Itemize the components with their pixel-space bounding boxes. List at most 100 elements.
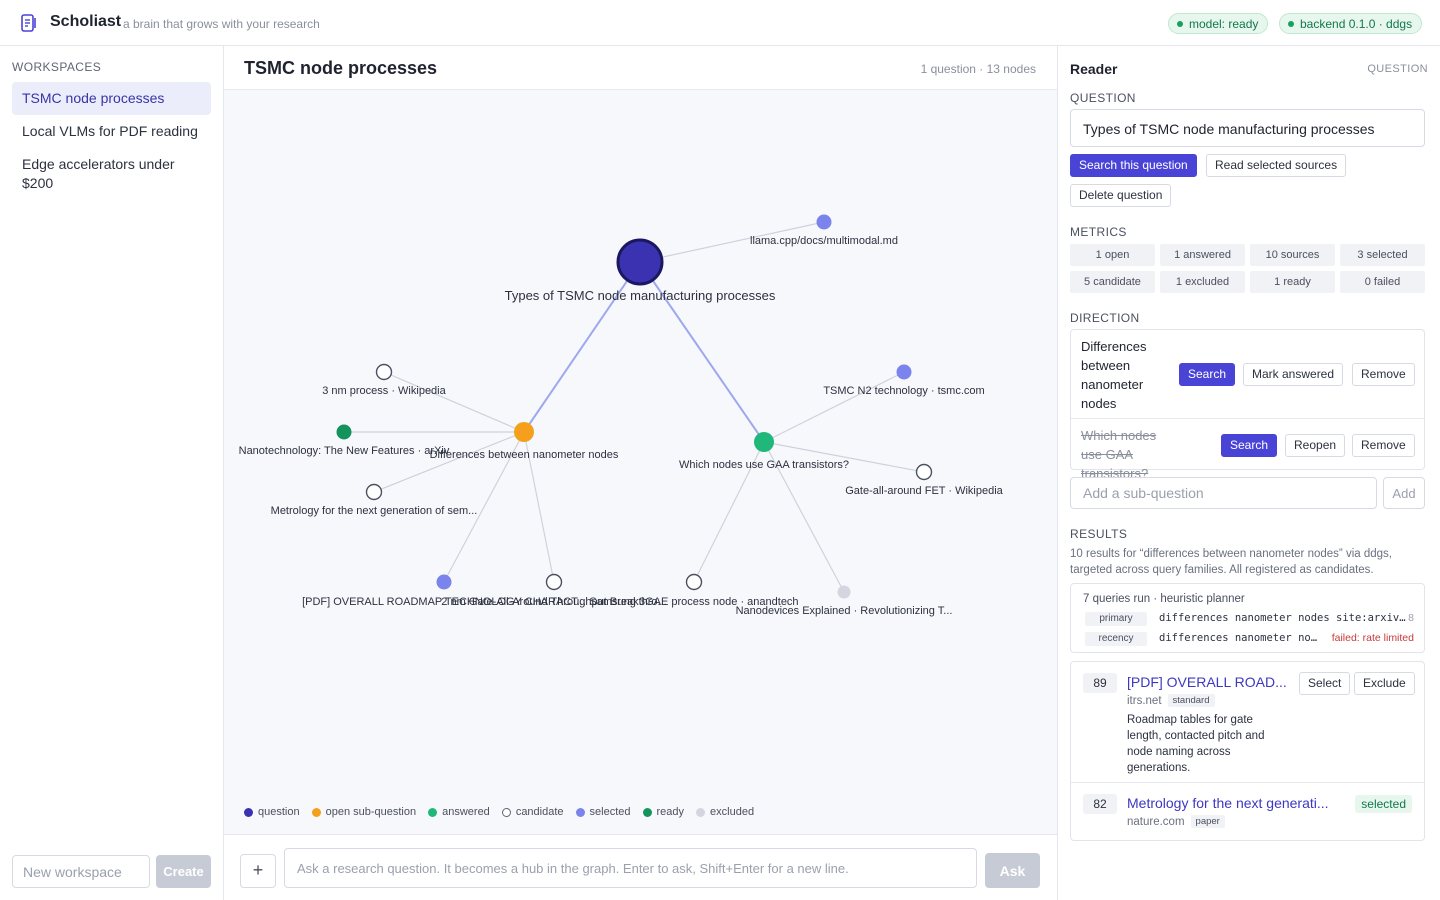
graph-node-c8[interactable] [915, 463, 933, 481]
attach-button[interactable]: + [240, 854, 276, 888]
legend-dot-icon [244, 807, 253, 817]
create-workspace-button[interactable]: Create [156, 855, 211, 888]
query-runs: 7 queries run · heuristic planner primar… [1070, 583, 1425, 653]
exclude-source-button[interactable]: Exclude [1354, 672, 1415, 695]
graph-node-s2[interactable] [754, 432, 774, 452]
direction-search-button[interactable]: Search [1221, 434, 1278, 457]
graph-node-c10[interactable] [837, 585, 851, 599]
remove-direction-button[interactable]: Remove [1352, 363, 1415, 386]
legend-dot-icon [642, 807, 652, 817]
direction-text: Differences between nanometer nodes [1081, 339, 1147, 411]
graph-node-c2[interactable] [375, 363, 393, 381]
divider [1071, 418, 1424, 419]
add-sub-question-button[interactable]: Add [1383, 477, 1425, 509]
sidebar-title: WORKSPACES [12, 60, 102, 74]
run-tag: recency [1085, 632, 1147, 646]
search-question-button[interactable]: Search this question [1070, 154, 1197, 177]
source-title-link[interactable]: Metrology for the next generati... [1127, 795, 1329, 811]
notebook-icon [21, 14, 36, 32]
run-count: 8 [1408, 612, 1414, 624]
sidebar-item-local-vlms[interactable]: Local VLMs for PDF reading [12, 115, 211, 148]
source-type-badge: paper [1190, 815, 1225, 828]
graph-node-c3[interactable] [336, 424, 352, 440]
graph-node-label: Nanotechnology: The New Features · arXiv [239, 445, 450, 457]
workspace-main: TSMC node processes 1 question · 13 node… [224, 46, 1057, 900]
graph-node-label: Nanodevices Explained · Revolutionizing … [736, 605, 953, 617]
source-title-link[interactable]: [PDF] OVERALL ROAD... [1127, 674, 1287, 690]
graph-node-label: llama.cpp/docs/multimodal.md [750, 235, 898, 247]
status-dot-icon [1177, 20, 1183, 27]
workspace-meta: 1 question · 13 nodes [920, 62, 1036, 76]
graph-node-label: 3 nm process · Wikipedia [322, 385, 446, 397]
graph-node-label: Types of TSMC node manufacturing process… [505, 288, 776, 303]
run-failure: failed: rate limited [1331, 632, 1414, 644]
graph-node-label: Gate-all-around FET · Wikipedia [845, 485, 1003, 497]
direction-search-button[interactable]: Search [1179, 363, 1236, 386]
legend-item-ready: ready [642, 806, 684, 818]
graph-node-label: Which nodes use GAA transistors? [679, 459, 849, 471]
graph-node-c6[interactable] [545, 573, 563, 591]
graph-node-c7[interactable] [896, 364, 912, 380]
delete-question-button[interactable]: Delete question [1070, 184, 1172, 207]
graph-legend: question open sub-question answered cand… [244, 806, 766, 818]
reader-kind: QUESTION [1367, 63, 1428, 75]
reopen-button[interactable]: Reopen [1285, 434, 1346, 457]
sidebar-item-edge-accelerators[interactable]: Edge accelerators under $200 [12, 148, 211, 200]
metric-answered: 1 answered [1160, 244, 1245, 266]
ask-button[interactable]: Ask [985, 853, 1040, 888]
read-sources-button[interactable]: Read selected sources [1206, 154, 1347, 177]
run-tag: primary [1085, 612, 1147, 626]
graph-node-s1[interactable] [514, 422, 534, 442]
metric-open: 1 open [1070, 244, 1155, 266]
graph-node-c9[interactable] [685, 573, 703, 591]
reader-title: Reader [1070, 61, 1118, 77]
legend-dot-icon [501, 807, 511, 817]
results-description: 10 results for “differences between nano… [1070, 548, 1392, 576]
graph-node-label: Metrology for the next generation of sem… [271, 505, 478, 517]
legend-dot-icon [311, 807, 321, 817]
graph-node-c4[interactable] [365, 483, 383, 501]
ask-input[interactable] [284, 848, 977, 888]
legend-dot-icon [575, 807, 585, 817]
graph-edge [383, 371, 525, 433]
graph-canvas[interactable]: Types of TSMC node manufacturing process… [224, 90, 1057, 834]
workspace-sidebar: WORKSPACES TSMC node processes Local VLM… [0, 46, 224, 900]
run-query: differences nanometer nodes site:arxiv… [1159, 612, 1406, 624]
metrics-section-label: METRICS [1070, 225, 1127, 239]
legend-item-excluded: excluded [696, 806, 754, 818]
ask-bar: + Ask [224, 834, 1057, 900]
direction-list: Differences between nanometer nodes Sear… [1070, 329, 1425, 481]
new-workspace-input[interactable] [12, 855, 150, 888]
legend-item-answered: answered [428, 806, 490, 818]
knowledge-graph[interactable]: Types of TSMC node manufacturing process… [224, 90, 1057, 834]
source-description: Roadmap tables for gate length, contacte… [1127, 714, 1265, 774]
source-score: 89 [1083, 673, 1117, 693]
metric-candidate: 5 candidate [1070, 271, 1155, 293]
metric-failed: 0 failed [1340, 271, 1425, 293]
source-domain: nature.com paper [1127, 815, 1225, 828]
graph-node-q[interactable] [616, 238, 664, 286]
sidebar-item-tsmc[interactable]: TSMC node processes [12, 82, 211, 115]
metric-excluded: 1 excluded [1160, 271, 1245, 293]
status-dot-icon [1288, 20, 1294, 27]
backend-status-text: backend 0.1.0 · ddgs [1300, 16, 1413, 31]
metric-ready: 1 ready [1250, 271, 1335, 293]
model-status-text: model: ready [1189, 16, 1259, 31]
mark-answered-button[interactable]: Mark answered [1243, 363, 1344, 386]
legend-dot-icon [696, 807, 706, 817]
legend-item-open: open sub-question [311, 806, 416, 818]
backend-status-badge: backend 0.1.0 · ddgs [1279, 13, 1423, 34]
model-status-badge: model: ready [1168, 13, 1269, 34]
status-badge: selected [1355, 795, 1412, 813]
sub-question-input[interactable] [1070, 477, 1377, 509]
legend-item-question: question [244, 806, 300, 818]
graph-node-c5[interactable] [436, 574, 452, 590]
legend-item-selected: selected [575, 806, 631, 818]
reader-panel: Reader QUESTION QUESTION Types of TSMC n… [1057, 46, 1440, 900]
select-source-button[interactable]: Select [1299, 672, 1351, 695]
remove-direction-button[interactable]: Remove [1352, 434, 1415, 457]
question-section-label: QUESTION [1070, 91, 1136, 105]
app-tagline: a brain that grows with your research [123, 17, 320, 31]
graph-node-c1[interactable] [816, 214, 832, 230]
source-type-badge: standard [1167, 694, 1215, 707]
